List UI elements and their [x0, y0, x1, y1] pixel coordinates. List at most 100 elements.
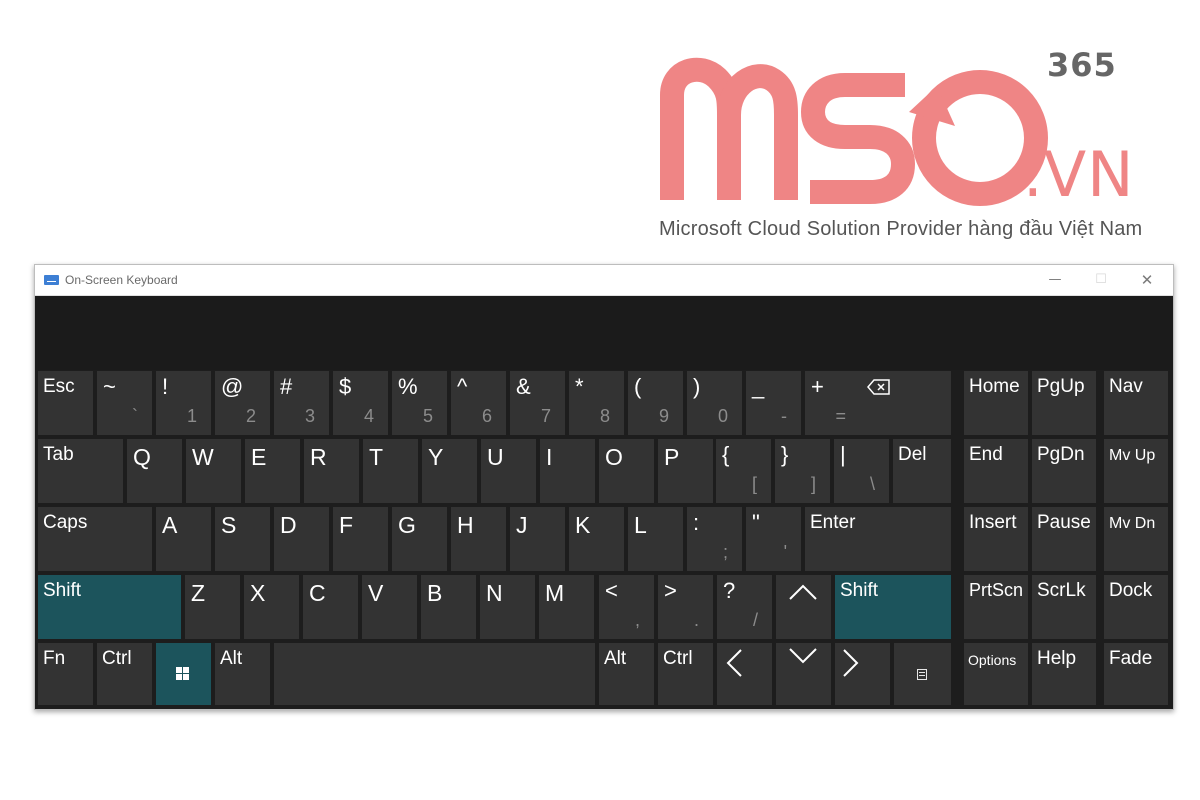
key-letter-k[interactable]: K	[569, 507, 624, 571]
window-title: On-Screen Keyboard	[65, 273, 178, 287]
title-bar[interactable]: On-Screen Keyboard — ☐ ✕	[35, 265, 1173, 296]
key-shift-right[interactable]: Shift	[835, 575, 951, 639]
key-letter-y[interactable]: Y	[422, 439, 477, 503]
key-letter-t[interactable]: T	[363, 439, 418, 503]
key-colon[interactable]: : ;	[687, 507, 742, 571]
key-letter-c[interactable]: C	[303, 575, 358, 639]
key-del[interactable]: Del	[893, 439, 951, 503]
key-bottom-char: =	[835, 406, 846, 426]
key-down[interactable]	[776, 643, 831, 705]
key-greater[interactable]: > .	[658, 575, 713, 639]
key-pgdn[interactable]: PgDn	[1032, 439, 1096, 503]
key-label: Z	[191, 580, 206, 606]
key-number-5[interactable]: % 5	[392, 371, 447, 435]
key-number-10[interactable]: ) 0	[687, 371, 742, 435]
key-letter-n[interactable]: N	[480, 575, 535, 639]
key-caps[interactable]: Caps	[38, 507, 152, 571]
key-label: Ctrl	[663, 648, 693, 669]
key-right-brace[interactable]: } ]	[775, 439, 830, 503]
key-help[interactable]: Help	[1032, 643, 1096, 705]
key-home[interactable]: Home	[964, 371, 1028, 435]
key-letter-u[interactable]: U	[481, 439, 536, 503]
key-letter-s[interactable]: S	[215, 507, 270, 571]
key-label: M	[545, 580, 565, 606]
key-number-3[interactable]: #3	[274, 371, 329, 435]
key-less[interactable]: < ,	[599, 575, 654, 639]
key-top-char: "	[752, 510, 760, 535]
key-question[interactable]: ? /	[717, 575, 772, 639]
key-number-4[interactable]: $4	[333, 371, 388, 435]
key-label: Nav	[1109, 376, 1143, 397]
key-number-7[interactable]: & 7	[510, 371, 565, 435]
key-letter-p[interactable]: P	[658, 439, 713, 503]
key-letter-l[interactable]: L	[628, 507, 683, 571]
key-letter-g[interactable]: G	[392, 507, 447, 571]
key-bottom-char: 3	[304, 406, 315, 426]
key-insert[interactable]: Insert	[964, 507, 1028, 571]
key-number-1[interactable]: ! 1	[156, 371, 211, 435]
key-letter-e[interactable]: E	[245, 439, 300, 503]
key-mvup[interactable]: Mv Up	[1104, 439, 1168, 503]
key-menu[interactable]	[894, 643, 951, 705]
key-bottom-char: 5	[422, 406, 433, 426]
key-mvdn[interactable]: Mv Dn	[1104, 507, 1168, 571]
key-top-char: !	[162, 374, 169, 399]
key-pipe[interactable]: | \	[834, 439, 889, 503]
key-letter-d[interactable]: D	[274, 507, 329, 571]
key-letter-r[interactable]: R	[304, 439, 359, 503]
key-letter-m[interactable]: M	[539, 575, 594, 639]
key-number-11[interactable]: _ -	[746, 371, 801, 435]
key-letter-x[interactable]: X	[244, 575, 299, 639]
key-pause[interactable]: Pause	[1032, 507, 1096, 571]
key-letter-w[interactable]: W	[186, 439, 241, 503]
key-alt-right[interactable]: Alt	[599, 643, 654, 705]
key-backspace[interactable]	[859, 371, 951, 435]
key-letter-f[interactable]: F	[333, 507, 388, 571]
key-ctrl-right[interactable]: Ctrl	[658, 643, 713, 705]
minimize-button[interactable]: —	[1032, 265, 1078, 295]
key-esc[interactable]: Esc	[38, 371, 93, 435]
key-left[interactable]	[717, 643, 772, 705]
key-fade[interactable]: Fade	[1104, 643, 1168, 705]
key-end[interactable]: End	[964, 439, 1028, 503]
key-number-9[interactable]: (9	[628, 371, 683, 435]
key-letter-q[interactable]: Q	[127, 439, 182, 503]
key-number-2[interactable]: @2	[215, 371, 270, 435]
key-left-brace[interactable]: { [	[716, 439, 771, 503]
key-bottom-char: 0	[717, 406, 728, 426]
key-ctrl-left[interactable]: Ctrl	[97, 643, 152, 705]
key-letter-a[interactable]: A	[156, 507, 211, 571]
key-scrlk[interactable]: ScrLk	[1032, 575, 1096, 639]
key-letter-h[interactable]: H	[451, 507, 506, 571]
key-quote[interactable]: " '	[746, 507, 801, 571]
maximize-button[interactable]: ☐	[1078, 265, 1124, 295]
key-space[interactable]	[274, 643, 595, 705]
key-letter-i[interactable]: I	[540, 439, 595, 503]
key-right[interactable]	[835, 643, 890, 705]
key-shift-left[interactable]: Shift	[38, 575, 181, 639]
key-number-0[interactable]: ~ `	[97, 371, 152, 435]
key-letter-o[interactable]: O	[599, 439, 654, 503]
key-letter-z[interactable]: Z	[185, 575, 240, 639]
key-windows[interactable]	[156, 643, 211, 705]
key-prtscn[interactable]: PrtScn	[964, 575, 1028, 639]
close-button[interactable]: ✕	[1124, 265, 1170, 295]
key-nav[interactable]: Nav	[1104, 371, 1168, 435]
key-fn[interactable]: Fn	[38, 643, 93, 705]
key-label: Enter	[810, 512, 856, 533]
key-pgup[interactable]: PgUp	[1032, 371, 1096, 435]
key-number-6[interactable]: ^ 6	[451, 371, 506, 435]
key-alt-left[interactable]: Alt	[215, 643, 270, 705]
logo-edition: 365	[1047, 46, 1117, 84]
key-enter[interactable]: Enter	[805, 507, 951, 571]
key-letter-j[interactable]: J	[510, 507, 565, 571]
key-tab[interactable]: Tab	[38, 439, 123, 503]
key-dock[interactable]: Dock	[1104, 575, 1168, 639]
key-number-12[interactable]: + =	[805, 371, 860, 435]
key-label: Ctrl	[102, 648, 132, 669]
key-letter-v[interactable]: V	[362, 575, 417, 639]
key-number-8[interactable]: * 8	[569, 371, 624, 435]
key-up[interactable]	[776, 575, 831, 639]
key-options[interactable]: Options	[964, 643, 1028, 705]
key-letter-b[interactable]: B	[421, 575, 476, 639]
